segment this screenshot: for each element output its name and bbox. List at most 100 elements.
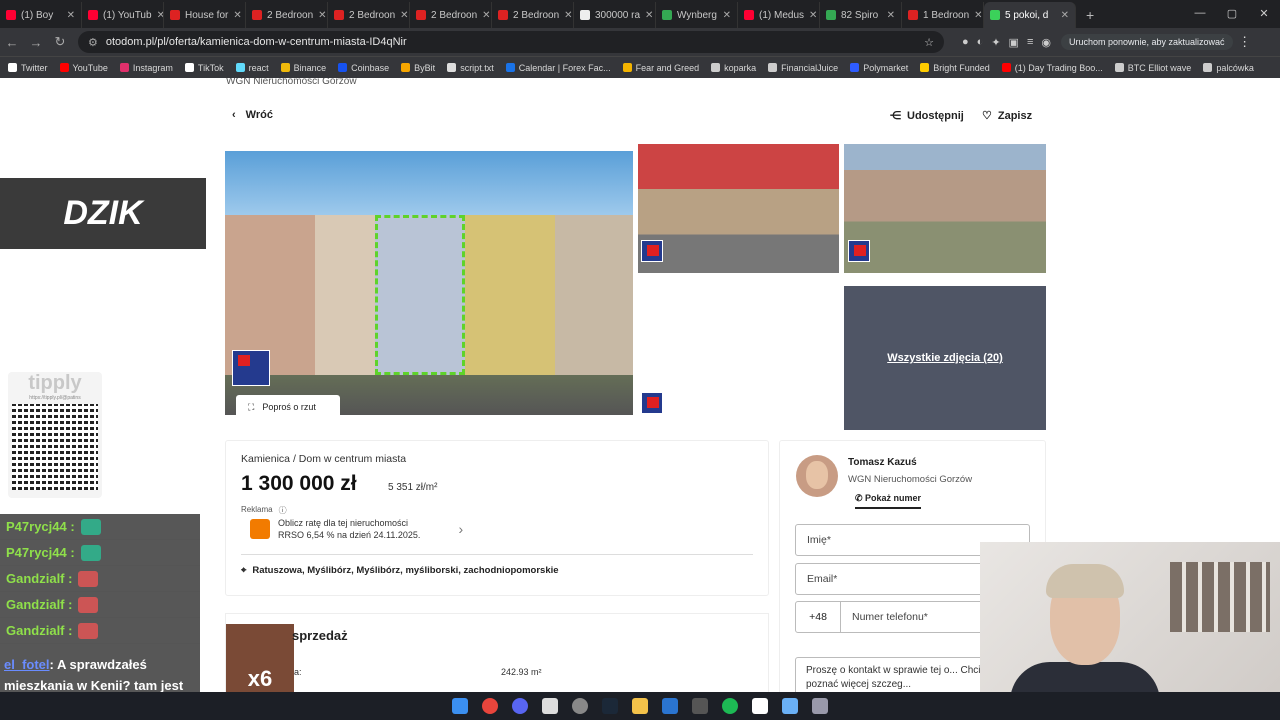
- browser-tab[interactable]: 2 Bedroon ✕: [328, 2, 410, 28]
- info-icon[interactable]: ⓘ: [279, 505, 287, 516]
- bookmark-label: palcówka: [1216, 62, 1254, 73]
- mouse-cursor-icon: [59, 324, 65, 332]
- tab-title: 2 Bedroon: [513, 9, 560, 21]
- back-link[interactable]: ‹ Wróć: [232, 109, 273, 121]
- back-nav-icon[interactable]: ←: [0, 35, 24, 50]
- app-icon[interactable]: [752, 698, 768, 714]
- close-tab-icon[interactable]: ✕: [482, 10, 490, 21]
- close-tab-icon[interactable]: ✕: [723, 10, 731, 21]
- close-tab-icon[interactable]: ✕: [157, 10, 163, 21]
- browser-tab[interactable]: 5 pokoi, d ✕: [984, 2, 1076, 28]
- main-photo[interactable]: [225, 151, 633, 415]
- photo-thumbnail[interactable]: [844, 144, 1046, 273]
- save-button[interactable]: ♡ Zapisz: [982, 109, 1032, 123]
- tab-title: 2 Bedroon: [267, 9, 314, 21]
- bookmark-item[interactable]: Coinbase: [338, 63, 389, 73]
- browser-tab[interactable]: (1) Medus ✕: [738, 2, 820, 28]
- app-icon[interactable]: [662, 698, 678, 714]
- browser-tab[interactable]: 2 Bedroon ✕: [246, 2, 328, 28]
- steam-icon[interactable]: [602, 698, 618, 714]
- bookmark-item[interactable]: script.txt: [447, 63, 494, 73]
- bookmark-item[interactable]: palcówka: [1203, 63, 1254, 73]
- close-tab-icon[interactable]: ✕: [809, 10, 817, 21]
- bookmark-item[interactable]: react: [235, 63, 269, 73]
- bookmark-item[interactable]: Fear and Greed: [622, 63, 699, 73]
- show-number-button[interactable]: ✆ Pokaż numer: [855, 493, 922, 509]
- url-field[interactable]: ⚙ otodom.pl/pl/oferta/kamienica-dom-w-ce…: [78, 31, 944, 53]
- profile-avatar[interactable]: ◉: [1041, 36, 1051, 49]
- bookmark-item[interactable]: Bright Funded: [920, 63, 990, 73]
- close-tab-icon[interactable]: ✕: [67, 10, 75, 21]
- photo-thumbnail[interactable]: [638, 286, 839, 430]
- relaunch-button[interactable]: Uruchom ponownie, aby zaktualizować: [1060, 34, 1233, 50]
- extension-icon[interactable]: ✦: [991, 36, 1000, 49]
- browser-tab[interactable]: (1) Boy ✕: [0, 2, 82, 28]
- bookmark-item[interactable]: BTC Elliot wave: [1114, 63, 1191, 73]
- share-button[interactable]: ⋲ Udostępnij: [890, 109, 964, 123]
- browser-tab[interactable]: 2 Bedroon ✕: [410, 2, 492, 28]
- forward-nav-icon[interactable]: →: [24, 35, 48, 50]
- bookmark-item[interactable]: ByBit: [401, 63, 435, 73]
- site-info-icon[interactable]: ⚙: [88, 36, 98, 49]
- bookmark-item[interactable]: Calendar | Forex Fac...: [505, 63, 611, 73]
- browser-tab[interactable]: 300000 ra ✕: [574, 2, 656, 28]
- puzzle-icon[interactable]: ▣: [1009, 36, 1019, 49]
- browser-tab[interactable]: Wynberg ✕: [656, 2, 738, 28]
- browser-tab[interactable]: 1 Bedroon ✕: [902, 2, 984, 28]
- mortgage-ad[interactable]: Oblicz ratę dla tej nieruchomości RRSO 6,…: [250, 517, 463, 541]
- menu-kebab-icon[interactable]: ⋮: [1233, 34, 1257, 50]
- close-tab-icon[interactable]: ✕: [887, 10, 895, 21]
- browser-tab[interactable]: 2 Bedroon ✕: [492, 2, 574, 28]
- extension-icon[interactable]: ●: [962, 36, 969, 49]
- app-icon[interactable]: [692, 698, 708, 714]
- area-label: a:: [294, 667, 302, 677]
- app-icon[interactable]: [542, 698, 558, 714]
- extension-icon[interactable]: ◐: [977, 36, 984, 49]
- request-floorplan-button[interactable]: ⛶ Poproś o rzut: [236, 395, 340, 419]
- close-tab-icon[interactable]: ✕: [318, 10, 326, 21]
- close-tab-icon[interactable]: ✕: [645, 10, 653, 21]
- minimize-icon[interactable]: —: [1184, 0, 1216, 26]
- windows-start-icon[interactable]: [452, 698, 468, 714]
- bookmark-item[interactable]: Polymarket: [850, 63, 908, 73]
- spotify-icon[interactable]: [722, 698, 738, 714]
- reload-icon[interactable]: ↻: [48, 34, 72, 50]
- app-icon[interactable]: [572, 698, 588, 714]
- bookmark-item[interactable]: Binance: [280, 63, 326, 73]
- close-tab-icon[interactable]: ✕: [564, 10, 572, 21]
- browser-tab[interactable]: House for ✕: [164, 2, 246, 28]
- chrome-icon[interactable]: [482, 698, 498, 714]
- agent-avatar: [796, 455, 838, 497]
- bookmark-favicon-icon: [622, 63, 632, 72]
- bookmark-item[interactable]: YouTube: [59, 63, 108, 73]
- bookmark-item[interactable]: TikTok: [184, 63, 224, 73]
- bookmark-item[interactable]: Instagram: [119, 63, 173, 73]
- agent-agency[interactable]: WGN Nieruchomości Gorzów: [848, 474, 972, 485]
- address-link[interactable]: ⌖ Ratuszowa, Myślibórz, Myślibórz, myślib…: [241, 565, 559, 576]
- stream-chat-overlay: P47rycj44 : P47rycj44 : Gandzialf : Gandzia…: [0, 514, 200, 692]
- browser-tab[interactable]: (1) YouTub ✕: [82, 2, 164, 28]
- file-explorer-icon[interactable]: [632, 698, 648, 714]
- phone-prefix-select[interactable]: +48: [795, 601, 841, 633]
- all-photos-button[interactable]: Wszystkie zdjęcia (20): [844, 286, 1046, 430]
- close-tab-icon[interactable]: ✕: [974, 10, 982, 21]
- discord-icon[interactable]: [512, 698, 528, 714]
- bookmark-item[interactable]: (1) Day Trading Boo...: [1001, 63, 1103, 73]
- app-icon[interactable]: [812, 698, 828, 714]
- new-tab-button[interactable]: +: [1076, 2, 1104, 28]
- app-icon[interactable]: [782, 698, 798, 714]
- bookmark-favicon-icon: [401, 63, 411, 72]
- bookmark-star-icon[interactable]: ☆: [924, 36, 934, 49]
- close-window-icon[interactable]: ✕: [1248, 0, 1280, 26]
- maximize-icon[interactable]: ▢: [1216, 0, 1248, 26]
- bookmark-item[interactable]: koparka: [711, 63, 756, 73]
- browser-tab[interactable]: 82 Spiro ✕: [820, 2, 902, 28]
- bookmark-item[interactable]: Twitter: [8, 63, 48, 73]
- media-icon[interactable]: ≡: [1027, 36, 1033, 49]
- bookmark-item[interactable]: FinancialJuice: [768, 63, 838, 73]
- photo-thumbnail[interactable]: [638, 144, 839, 273]
- close-tab-icon[interactable]: ✕: [233, 10, 241, 21]
- agency-breadcrumb[interactable]: WGN Nieruchomości Gorzów: [226, 78, 357, 87]
- close-tab-icon[interactable]: ✕: [1061, 10, 1069, 21]
- close-tab-icon[interactable]: ✕: [400, 10, 408, 21]
